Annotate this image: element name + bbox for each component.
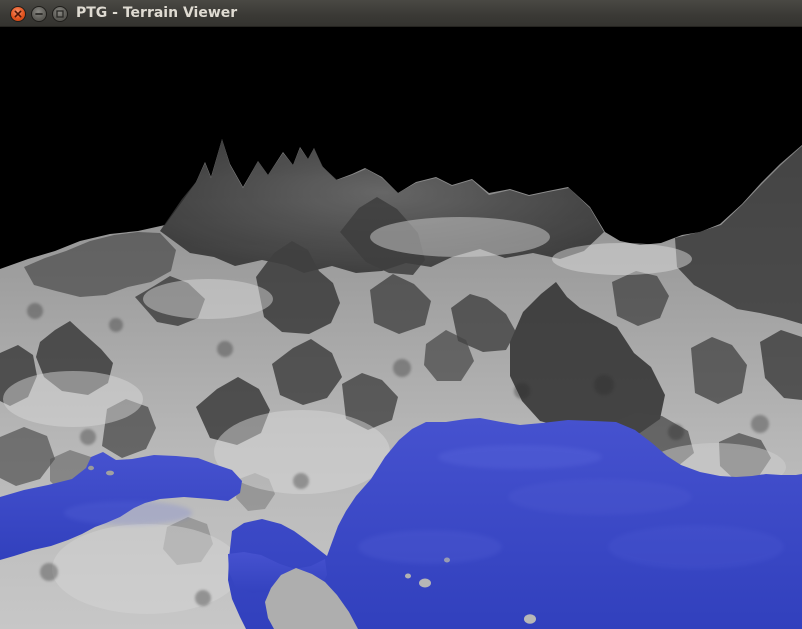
minimize-button[interactable] [31, 6, 47, 22]
window-controls [10, 6, 68, 22]
maximize-icon [56, 10, 64, 18]
terrain-viewport[interactable] [0, 27, 802, 629]
window-title: PTG - Terrain Viewer [76, 5, 238, 21]
close-icon [14, 10, 22, 18]
window-titlebar[interactable]: PTG - Terrain Viewer [0, 0, 802, 27]
close-button[interactable] [10, 6, 26, 22]
maximize-button[interactable] [52, 6, 68, 22]
minimize-icon [35, 13, 43, 15]
terrain-viewer-window: PTG - Terrain Viewer [0, 0, 802, 629]
terrain-render[interactable] [0, 27, 802, 629]
